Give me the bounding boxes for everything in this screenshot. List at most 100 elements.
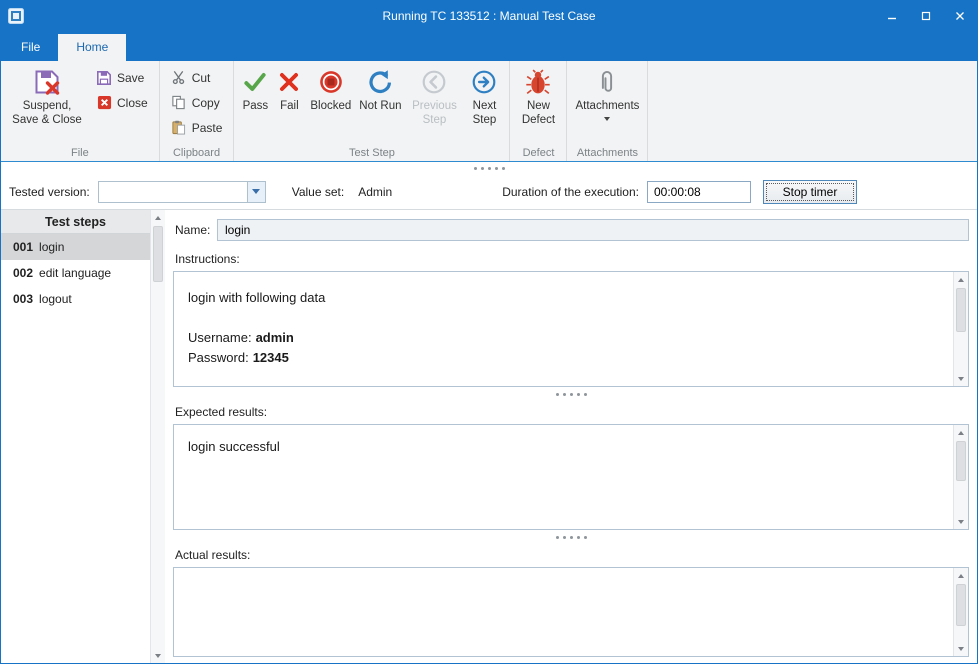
triangle-down-icon (958, 520, 964, 524)
fail-button[interactable]: Fail (272, 64, 306, 144)
actual-scrollbar[interactable] (953, 568, 968, 656)
chevron-down-icon (252, 189, 260, 194)
combo-dropdown-button[interactable] (247, 182, 265, 202)
scroll-up-button[interactable] (151, 210, 165, 225)
instructions-label: Instructions: (175, 252, 969, 267)
splitter-expected[interactable] (173, 530, 969, 544)
test-steps-panel: Test steps 001 login 002 edit language 0… (1, 210, 165, 663)
suspend-save-close-label: Suspend, Save & Close (9, 100, 85, 128)
fail-icon (276, 68, 302, 96)
blocked-icon (318, 68, 344, 96)
new-defect-label: New Defect (518, 100, 558, 128)
close-red-icon (96, 95, 112, 111)
attachments-label: Attachments (575, 100, 639, 114)
triangle-down-icon (958, 647, 964, 651)
splitter-instructions[interactable] (173, 387, 969, 401)
scrollbar-track[interactable] (954, 583, 968, 641)
pass-button[interactable]: Pass (238, 64, 272, 144)
triangle-down-icon (958, 377, 964, 381)
duration-input[interactable] (647, 181, 751, 203)
step-item-002[interactable]: 002 edit language (1, 260, 150, 286)
cut-icon (171, 70, 187, 86)
attachments-group-caption: Attachments (567, 147, 647, 159)
execution-toolbar: Tested version: Value set: Admin Duratio… (1, 174, 977, 210)
ribbon-group-clipboard: Cut Copy (160, 61, 235, 161)
scrollbar-track[interactable] (954, 287, 968, 371)
scrollbar-thumb[interactable] (956, 441, 966, 481)
tab-file[interactable]: File (3, 34, 58, 61)
scrollbar-track[interactable] (954, 440, 968, 514)
close-window-button[interactable] (943, 1, 977, 31)
scroll-up-button[interactable] (954, 568, 968, 583)
scrollbar-thumb[interactable] (956, 584, 966, 626)
scrollbar-thumb[interactable] (153, 226, 163, 282)
main-content: Test steps 001 login 002 edit language 0… (1, 210, 977, 663)
password-value: 12345 (253, 350, 289, 365)
save-button[interactable]: Save (89, 65, 155, 90)
step-item-003[interactable]: 003 logout (1, 286, 150, 312)
next-step-label: Next Step (467, 100, 501, 128)
tab-home[interactable]: Home (58, 34, 126, 61)
save-icon (96, 70, 112, 86)
actual-results-label: Actual results: (175, 548, 969, 563)
instructions-username-line: Username:admin (188, 328, 954, 348)
triangle-down-icon (155, 654, 161, 658)
scrollbar-thumb[interactable] (956, 288, 966, 332)
instructions-scrollbar[interactable] (953, 272, 968, 386)
step-number: 003 (13, 292, 33, 306)
attachments-button[interactable]: Attachments (571, 64, 643, 144)
tested-version-combo[interactable] (98, 181, 266, 203)
step-number: 001 (13, 240, 33, 254)
copy-button[interactable]: Copy (164, 90, 230, 115)
instructions-box[interactable]: login with following data Username:admin… (173, 271, 969, 387)
copy-label: Copy (192, 96, 220, 110)
scroll-down-button[interactable] (151, 648, 165, 663)
step-name-input[interactable] (217, 219, 969, 241)
steps-scrollbar[interactable] (150, 210, 165, 663)
scrollbar-track[interactable] (151, 225, 165, 648)
scroll-up-button[interactable] (954, 272, 968, 287)
window-title: Running TC 133512 : Manual Test Case (1, 9, 977, 23)
paste-button[interactable]: Paste (164, 115, 230, 140)
new-defect-button[interactable]: New Defect (514, 64, 562, 144)
suspend-save-close-button[interactable]: Suspend, Save & Close (5, 64, 89, 144)
name-label: Name: (173, 223, 217, 237)
scroll-down-button[interactable] (954, 641, 968, 656)
ribbon-group-defect: New Defect Defect (510, 61, 567, 161)
scroll-up-button[interactable] (954, 425, 968, 440)
step-detail-panel: Name: Instructions: login with following… (165, 210, 977, 663)
save-label: Save (117, 71, 144, 85)
file-group-small-buttons: Save Close (89, 65, 155, 115)
stop-timer-button[interactable]: Stop timer (763, 180, 857, 204)
step-name: login (39, 240, 64, 254)
not-run-button[interactable]: Not Run (355, 64, 405, 144)
minimize-button[interactable] (875, 1, 909, 31)
fail-label: Fail (280, 100, 299, 114)
value-set-value: Admin (358, 185, 392, 199)
expected-scrollbar[interactable] (953, 425, 968, 529)
password-label: Password: (188, 350, 249, 365)
file-group-caption: File (1, 147, 159, 159)
previous-step-button[interactable]: Previous Step (405, 64, 463, 144)
tested-version-value (99, 182, 247, 202)
paste-icon (171, 120, 187, 136)
username-label: Username: (188, 330, 252, 345)
next-step-icon (471, 68, 497, 96)
cut-button[interactable]: Cut (164, 65, 230, 90)
scroll-down-button[interactable] (954, 371, 968, 386)
previous-step-label: Previous Step (409, 100, 459, 128)
attachments-dropdown-caret (604, 117, 610, 121)
scroll-down-button[interactable] (954, 514, 968, 529)
actual-results-text (174, 568, 968, 592)
test-steps-list: Test steps 001 login 002 edit language 0… (1, 210, 150, 663)
tested-version-label: Tested version: (9, 185, 90, 199)
expected-results-box[interactable]: login successful (173, 424, 969, 530)
actual-results-box[interactable] (173, 567, 969, 657)
maximize-button[interactable] (909, 1, 943, 31)
ribbon-resize-handle[interactable] (1, 162, 977, 174)
teststep-group-caption: Test Step (234, 147, 509, 159)
next-step-button[interactable]: Next Step (463, 64, 505, 144)
close-test-button[interactable]: Close (89, 90, 155, 115)
blocked-button[interactable]: Blocked (306, 64, 355, 144)
step-item-001[interactable]: 001 login (1, 234, 150, 260)
